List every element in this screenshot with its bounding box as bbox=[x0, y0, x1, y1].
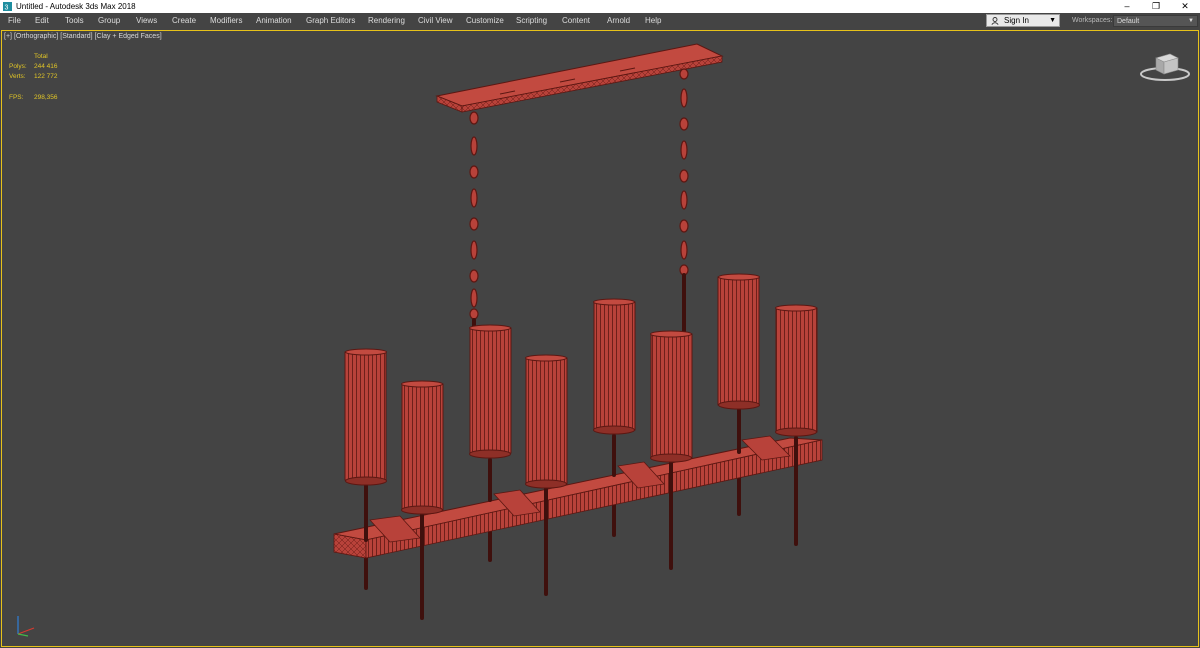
chandelier-model[interactable] bbox=[0, 0, 1200, 648]
candle-cylinder bbox=[525, 357, 568, 485]
viewcube-icon[interactable] bbox=[1138, 46, 1192, 82]
candle-cylinders bbox=[344, 273, 818, 515]
candle-cylinder bbox=[717, 276, 760, 406]
candle-cylinder bbox=[650, 333, 693, 459]
candle-cylinder bbox=[401, 383, 444, 511]
candle-cylinder bbox=[593, 301, 636, 431]
chain-left bbox=[469, 111, 479, 320]
chain-right bbox=[679, 68, 689, 276]
ceiling-plate bbox=[435, 43, 724, 113]
candle-cylinder bbox=[469, 327, 512, 454]
candle-cylinder bbox=[344, 351, 387, 481]
axis-tripod-icon bbox=[17, 616, 35, 637]
candle-cylinder bbox=[775, 307, 818, 433]
